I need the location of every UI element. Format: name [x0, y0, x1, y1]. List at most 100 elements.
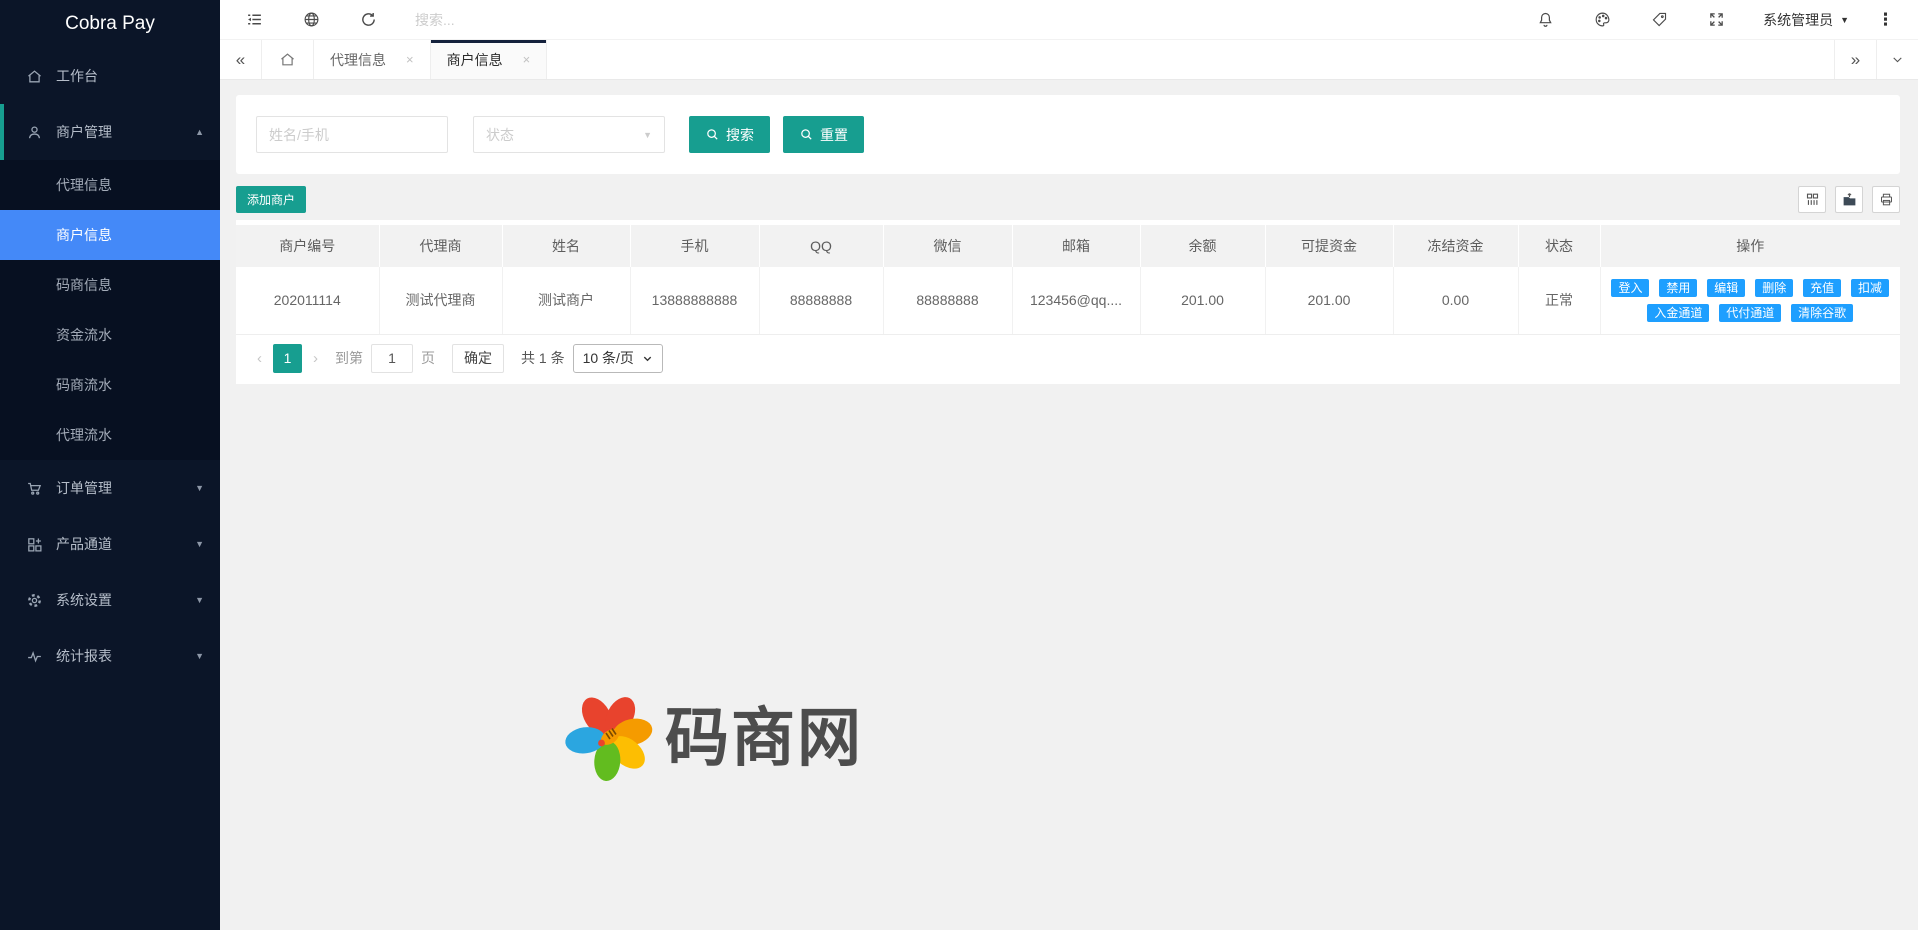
- username: 系统管理员: [1763, 10, 1833, 30]
- sidebar-item-label: 产品通道: [56, 534, 112, 554]
- table-row: 202011114 测试代理商 测试商户 13888888888 8888888…: [236, 267, 1900, 334]
- status-select-placeholder: 状态: [486, 125, 514, 145]
- col-agent: 代理商: [379, 225, 502, 267]
- recharge-button[interactable]: 充值: [1803, 279, 1841, 297]
- cell-frozen: 0.00: [1393, 267, 1518, 334]
- user-icon: [26, 124, 43, 141]
- palette-icon[interactable]: [1574, 0, 1631, 40]
- col-frozen: 冻结资金: [1393, 225, 1518, 267]
- sidebar-subitem-agent-info[interactable]: 代理信息: [0, 160, 220, 210]
- edit-button[interactable]: 编辑: [1707, 279, 1745, 297]
- payout-channel-button[interactable]: 代付通道: [1719, 304, 1781, 322]
- reset-button[interactable]: 重置: [783, 116, 864, 153]
- sidebar-item-workbench[interactable]: 工作台: [0, 48, 220, 104]
- chevron-down-icon: ▼: [195, 595, 204, 605]
- goto-suffix-label: 页: [421, 348, 435, 368]
- merchant-table: 商户编号 代理商 姓名 手机 QQ 微信 邮箱 余额 可提资金 冻结资金 状态 …: [236, 225, 1900, 335]
- tab-label: 代理信息: [330, 50, 386, 70]
- table-header-row: 商户编号 代理商 姓名 手机 QQ 微信 邮箱 余额 可提资金 冻结资金 状态 …: [236, 225, 1900, 267]
- tabs-scroll-left-button[interactable]: «: [220, 40, 262, 79]
- sidebar-subitem-coder-flow[interactable]: 码商流水: [0, 360, 220, 410]
- sidebar-subitem-merchant-info[interactable]: 商户信息: [0, 210, 220, 260]
- chevron-down-icon: ▼: [195, 483, 204, 493]
- app-window: Cobra Pay 工作台 商户管理 ▲ 代理信息 商户信息 码商信息 资金流水…: [0, 0, 1918, 930]
- tabs-dropdown-button[interactable]: [1876, 40, 1918, 79]
- sidebar-item-product-channel[interactable]: 产品通道 ▼: [0, 516, 220, 572]
- tab-agent-info[interactable]: 代理信息 ×: [314, 40, 431, 79]
- clear-google-button[interactable]: 清除谷歌: [1791, 304, 1853, 322]
- tab-merchant-info[interactable]: 商户信息 ×: [431, 40, 548, 79]
- cell-withdrawable: 201.00: [1265, 267, 1393, 334]
- add-merchant-button[interactable]: 添加商户: [236, 186, 306, 213]
- cell-merchant-id: 202011114: [236, 267, 379, 334]
- disable-button[interactable]: 禁用: [1659, 279, 1697, 297]
- status-select[interactable]: 状态 ▼: [473, 116, 665, 153]
- refresh-icon[interactable]: [340, 0, 397, 40]
- prev-page-button[interactable]: ‹: [248, 350, 271, 367]
- login-button[interactable]: 登入: [1611, 279, 1649, 297]
- goto-confirm-button[interactable]: 确定: [452, 344, 504, 373]
- home-icon: [26, 68, 43, 85]
- deduct-button[interactable]: 扣减: [1851, 279, 1889, 297]
- search-button-label: 搜索: [726, 125, 754, 145]
- close-icon[interactable]: ×: [406, 52, 414, 67]
- print-button[interactable]: [1872, 186, 1900, 213]
- sidebar-subitem-coder-info[interactable]: 码商信息: [0, 260, 220, 310]
- deposit-channel-button[interactable]: 入金通道: [1647, 304, 1709, 322]
- sidebar-item-merchant-mgmt[interactable]: 商户管理 ▲: [0, 104, 220, 160]
- topbar-right: 系统管理员 ▼ ⋮: [1517, 0, 1904, 40]
- goto-page-input[interactable]: [371, 344, 413, 373]
- sidebar-subitem-agent-flow[interactable]: 代理流水: [0, 410, 220, 460]
- user-menu[interactable]: 系统管理员 ▼: [1745, 10, 1867, 30]
- tab-label: 商户信息: [447, 50, 503, 70]
- chevron-down-icon: ▼: [195, 651, 204, 661]
- app-logo: Cobra Pay: [0, 0, 220, 48]
- cell-email: 123456@qq....: [1012, 267, 1140, 334]
- chevron-up-icon: ▲: [195, 127, 204, 137]
- col-status: 状态: [1518, 225, 1600, 267]
- home-icon: [279, 51, 296, 68]
- sidebar-item-system-settings[interactable]: 系统设置 ▼: [0, 572, 220, 628]
- more-menu-icon[interactable]: ⋮: [1867, 10, 1904, 30]
- search-button[interactable]: 搜索: [689, 116, 770, 153]
- cell-actions: 登入 禁用 编辑 删除 充值 扣减 入金通道 代付通道: [1600, 267, 1900, 334]
- watermark-text: 码商网: [665, 687, 863, 779]
- cell-status: 正常: [1518, 267, 1600, 334]
- columns-filter-button[interactable]: [1798, 186, 1826, 213]
- sidebar-item-label: 商户管理: [56, 122, 112, 142]
- sidebar-subitem-funds-flow[interactable]: 资金流水: [0, 310, 220, 360]
- col-withdrawable: 可提资金: [1265, 225, 1393, 267]
- global-search-input[interactable]: [415, 12, 635, 28]
- col-actions: 操作: [1600, 225, 1900, 267]
- sidebar-item-order-mgmt[interactable]: 订单管理 ▼: [0, 460, 220, 516]
- collapse-menu-icon[interactable]: [226, 0, 283, 40]
- sidebar-item-label: 工作台: [56, 66, 98, 86]
- pulse-chart-icon: [26, 648, 43, 665]
- col-balance: 余额: [1140, 225, 1265, 267]
- chevron-down-icon: [1891, 53, 1904, 66]
- search-icon: [799, 127, 814, 142]
- chevron-down-icon: ▼: [1840, 15, 1849, 25]
- name-phone-input[interactable]: [256, 116, 448, 153]
- close-icon[interactable]: ×: [523, 52, 531, 67]
- cell-phone: 13888888888: [630, 267, 759, 334]
- export-button[interactable]: [1835, 186, 1863, 213]
- bell-icon[interactable]: [1517, 0, 1574, 40]
- delete-button[interactable]: 删除: [1755, 279, 1793, 297]
- tabs-scroll-right-button[interactable]: »: [1834, 40, 1876, 79]
- tab-home[interactable]: [262, 40, 314, 79]
- page-size-select[interactable]: 10 条/页: [573, 344, 663, 373]
- next-page-button[interactable]: ›: [304, 350, 327, 367]
- tabbar: « 代理信息 × 商户信息 × »: [220, 40, 1918, 80]
- globe-icon[interactable]: [283, 0, 340, 40]
- col-merchant-id: 商户编号: [236, 225, 379, 267]
- export-icon: [1842, 192, 1857, 207]
- sidebar-item-stats-report[interactable]: 统计报表 ▼: [0, 628, 220, 684]
- current-page-button[interactable]: 1: [273, 344, 302, 373]
- tag-icon[interactable]: [1631, 0, 1688, 40]
- fullscreen-icon[interactable]: [1688, 0, 1745, 40]
- product-grid-icon: [26, 536, 43, 553]
- col-qq: QQ: [759, 225, 883, 267]
- actions-line-2: 入金通道 代付通道 清除谷歌: [1601, 302, 1901, 324]
- printer-icon: [1879, 192, 1894, 207]
